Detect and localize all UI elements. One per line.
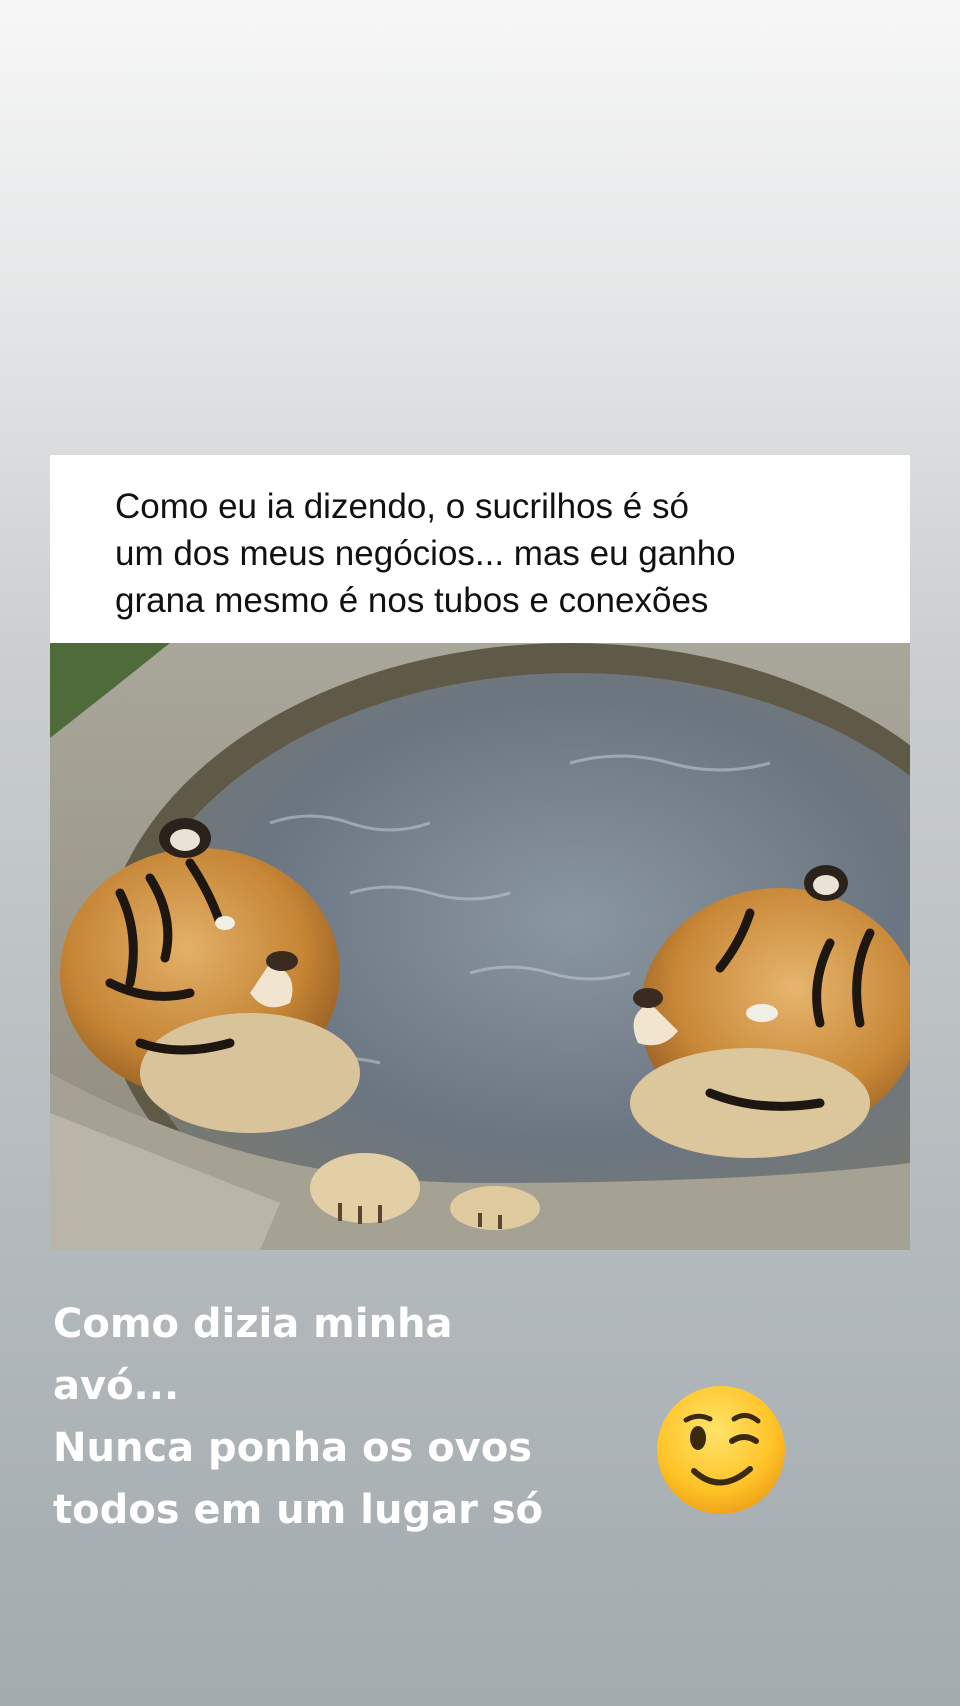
story-caption-line: avó...: [53, 1363, 180, 1409]
meme-card: Como eu ia dizendo, o sucrilhos é só um …: [50, 455, 910, 1250]
meme-caption-line: um dos meus negócios... mas eu ganho: [115, 534, 736, 573]
story-caption: Como dizia minha avó... Nunca ponha os o…: [53, 1293, 613, 1541]
story-caption-line: Como dizia minha: [53, 1301, 453, 1347]
meme-caption: Como eu ia dizendo, o sucrilhos é só um …: [115, 483, 895, 624]
story-caption-line: todos em um lugar só: [53, 1487, 544, 1533]
tigers-photo: [50, 643, 910, 1250]
winking-face-emoji: [657, 1386, 785, 1514]
meme-caption-line: Como eu ia dizendo, o sucrilhos é só: [115, 487, 689, 526]
meme-caption-line: grana mesmo é nos tubos e conexões: [115, 581, 709, 620]
story-caption-line: Nunca ponha os ovos: [53, 1425, 533, 1471]
